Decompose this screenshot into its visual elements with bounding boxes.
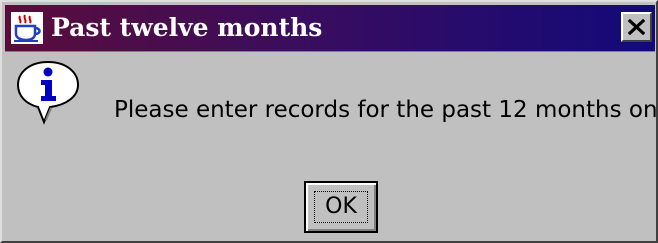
title-separator: [5, 51, 655, 52]
message-text: Please enter records for the past 12 mon…: [114, 97, 658, 123]
close-button[interactable]: [621, 12, 652, 42]
ok-button-label: OK: [325, 194, 357, 219]
title-bar[interactable]: Past twelve months: [5, 5, 655, 51]
ok-button[interactable]: OK: [304, 181, 378, 233]
window-title: Past twelve months: [51, 13, 323, 42]
java-coffee-cup-icon: [11, 12, 43, 44]
information-icon: [14, 60, 84, 126]
message-dialog: Past twelve months Please enter records …: [0, 0, 658, 243]
